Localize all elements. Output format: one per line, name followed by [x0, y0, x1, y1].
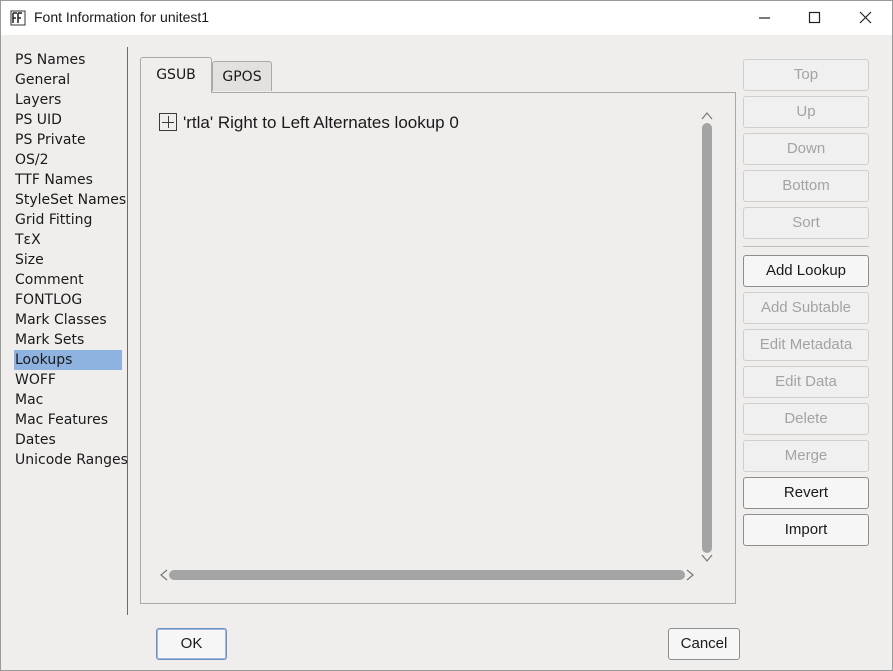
up-button[interactable]: Up [743, 96, 869, 128]
sidebar-item-dates[interactable]: Dates [14, 430, 122, 450]
title-bar: Font Information for unitest1 [1, 1, 892, 35]
add-subtable-button[interactable]: Add Subtable [743, 292, 869, 324]
sidebar-item-grid-fitting[interactable]: Grid Fitting [14, 210, 122, 230]
cancel-button[interactable]: Cancel [668, 628, 740, 660]
sidebar-item-comment[interactable]: Comment [14, 270, 122, 290]
font-info-dialog: Font Information for unitest1 PS Names G… [0, 0, 893, 671]
sidebar-item-size[interactable]: Size [14, 250, 122, 270]
horizontal-scrollbar[interactable] [159, 567, 695, 583]
sidebar-item-unicode-ranges[interactable]: Unicode Ranges [14, 450, 128, 470]
add-lookup-button[interactable]: Add Lookup [743, 255, 869, 287]
scroll-down-icon[interactable] [701, 553, 713, 563]
sidebar-item-lookups[interactable]: Lookups [14, 350, 122, 370]
scroll-right-icon[interactable] [685, 569, 695, 581]
revert-button[interactable]: Revert [743, 477, 869, 509]
sidebar-item-ttf-names[interactable]: TTF Names [14, 170, 122, 190]
close-button[interactable] [841, 1, 891, 35]
lookup-item[interactable]: 'rtla' Right to Left Alternates lookup 0 [183, 113, 459, 133]
sidebar-item-general[interactable]: General [14, 70, 122, 90]
bottom-button[interactable]: Bottom [743, 170, 869, 202]
minimize-icon [759, 17, 770, 19]
delete-button[interactable]: Delete [743, 403, 869, 435]
sidebar-item-tex[interactable]: TεX [14, 230, 122, 250]
down-button[interactable]: Down [743, 133, 869, 165]
sidebar-item-ps-private[interactable]: PS Private [14, 130, 122, 150]
maximize-button[interactable] [790, 1, 840, 35]
sidebar-item-mac[interactable]: Mac [14, 390, 122, 410]
sidebar-item-styleset-names[interactable]: StyleSet Names [14, 190, 126, 210]
minimize-button[interactable] [740, 1, 790, 35]
ok-button[interactable]: OK [156, 628, 227, 660]
scroll-up-icon[interactable] [701, 111, 713, 121]
lookup-list-panel: 'rtla' Right to Left Alternates lookup 0 [140, 92, 736, 604]
vertical-scrollbar[interactable] [701, 111, 715, 563]
top-button[interactable]: Top [743, 59, 869, 91]
button-group-divider [743, 246, 869, 247]
horizontal-scroll-thumb[interactable] [169, 570, 685, 580]
close-icon [859, 11, 872, 24]
window-title: Font Information for unitest1 [34, 9, 210, 25]
sidebar-item-mac-features[interactable]: Mac Features [14, 410, 122, 430]
expand-lookup-icon[interactable] [159, 113, 177, 131]
sidebar-item-fontlog[interactable]: FONTLOG [14, 290, 122, 310]
fontforge-app-icon [10, 10, 26, 26]
sidebar-item-ps-uid[interactable]: PS UID [14, 110, 122, 130]
scroll-left-icon[interactable] [159, 569, 169, 581]
sidebar-item-ps-names[interactable]: PS Names [14, 50, 122, 70]
sidebar-item-os2[interactable]: OS/2 [14, 150, 122, 170]
maximize-icon [808, 11, 821, 24]
sidebar-item-layers[interactable]: Layers [14, 90, 122, 110]
vertical-scroll-thumb[interactable] [702, 123, 712, 553]
tab-gsub[interactable]: GSUB [140, 57, 212, 93]
tab-gpos[interactable]: GPOS [212, 61, 272, 91]
category-list: PS Names General Layers PS UID PS Privat… [1, 35, 129, 617]
sidebar-item-mark-classes[interactable]: Mark Classes [14, 310, 122, 330]
merge-button[interactable]: Merge [743, 440, 869, 472]
sidebar-divider [127, 47, 128, 615]
import-button[interactable]: Import [743, 514, 869, 546]
sidebar-item-woff[interactable]: WOFF [14, 370, 122, 390]
edit-data-button[interactable]: Edit Data [743, 366, 869, 398]
sort-button[interactable]: Sort [743, 207, 869, 239]
sidebar-item-mark-sets[interactable]: Mark Sets [14, 330, 122, 350]
edit-metadata-button[interactable]: Edit Metadata [743, 329, 869, 361]
